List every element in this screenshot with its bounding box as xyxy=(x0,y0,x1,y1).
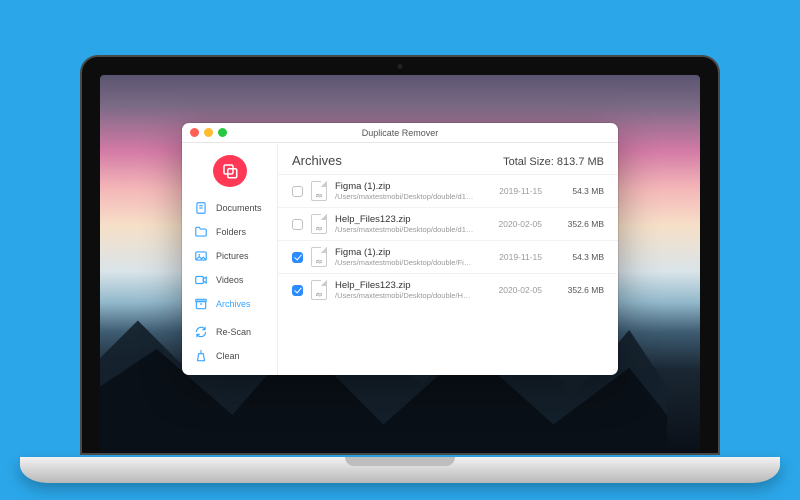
sidebar-item-label: Documents xyxy=(216,203,262,213)
sidebar-item-label: Folders xyxy=(216,227,246,237)
archive-icon xyxy=(194,297,208,311)
sidebar-item-label: Pictures xyxy=(216,251,249,261)
file-date: 2019-11-15 xyxy=(482,186,542,196)
checkbox[interactable] xyxy=(292,285,303,296)
sidebar-item-label: Videos xyxy=(216,275,243,285)
file-path: /Users/maxtestmobi/Desktop/double/Figma … xyxy=(335,258,474,267)
file-size: 54.3 MB xyxy=(550,186,604,196)
sidebar: Documents Folders Pictures Videos Archives R… xyxy=(182,143,278,375)
app-logo xyxy=(213,155,247,187)
picture-icon xyxy=(194,249,208,263)
file-name: Help_Files123.zip xyxy=(335,280,474,291)
video-icon xyxy=(194,273,208,287)
fullscreen-icon[interactable] xyxy=(218,128,227,137)
file-date: 2019-11-15 xyxy=(482,252,542,262)
file-path: /Users/maxtestmobi/Desktop/double/d1/Fig… xyxy=(335,192,474,201)
file-row[interactable]: Figma (1).zip/Users/maxtestmobi/Desktop/… xyxy=(278,240,618,273)
sidebar-item-archives[interactable]: Archives xyxy=(188,293,271,315)
sidebar-item-label: Re-Scan xyxy=(216,327,251,337)
file-size: 352.6 MB xyxy=(550,219,604,229)
duplicate-icon xyxy=(221,162,239,180)
file-path: /Users/maxtestmobi/Desktop/double/d1/Hel… xyxy=(335,225,474,234)
file-list: Figma (1).zip/Users/maxtestmobi/Desktop/… xyxy=(278,174,618,375)
document-icon xyxy=(194,201,208,215)
clean-icon xyxy=(194,349,208,363)
sidebar-item-folders[interactable]: Folders xyxy=(188,221,271,243)
sidebar-item-clean[interactable]: Clean xyxy=(188,345,271,367)
sidebar-item-videos[interactable]: Videos xyxy=(188,269,271,291)
checkbox[interactable] xyxy=(292,252,303,263)
main-panel: Archives Total Size: 813.7 MB Figma (1).… xyxy=(278,143,618,375)
file-row[interactable]: Figma (1).zip/Users/maxtestmobi/Desktop/… xyxy=(278,174,618,207)
close-icon[interactable] xyxy=(190,128,199,137)
file-size: 54.3 MB xyxy=(550,252,604,262)
file-name: Help_Files123.zip xyxy=(335,214,474,225)
sidebar-footer: Re-Scan Clean xyxy=(182,315,277,375)
checkbox[interactable] xyxy=(292,219,303,230)
zip-file-icon xyxy=(311,214,327,234)
rescan-icon xyxy=(194,325,208,339)
sidebar-item-label: Clean xyxy=(216,351,240,361)
file-row[interactable]: Help_Files123.zip/Users/maxtestmobi/Desk… xyxy=(278,273,618,306)
laptop-bezel: Duplicate Remover Documents Folders Pictur… xyxy=(80,55,720,455)
sidebar-item-re-scan[interactable]: Re-Scan xyxy=(188,321,271,343)
traffic-lights xyxy=(190,128,227,137)
zip-file-icon xyxy=(311,181,327,201)
zip-file-icon xyxy=(311,280,327,300)
sidebar-item-documents[interactable]: Documents xyxy=(188,197,271,219)
file-path: /Users/maxtestmobi/Desktop/double/Help_F… xyxy=(335,291,474,300)
sidebar-item-label: Archives xyxy=(216,299,251,309)
checkbox[interactable] xyxy=(292,186,303,197)
sidebar-item-pictures[interactable]: Pictures xyxy=(188,245,271,267)
minimize-icon[interactable] xyxy=(204,128,213,137)
file-meta: Figma (1).zip/Users/maxtestmobi/Desktop/… xyxy=(335,181,474,201)
total-size: Total Size: 813.7 MB xyxy=(503,156,604,168)
titlebar[interactable]: Duplicate Remover xyxy=(182,123,618,143)
file-date: 2020-02-05 xyxy=(482,285,542,295)
file-name: Figma (1).zip xyxy=(335,181,474,192)
window-title: Duplicate Remover xyxy=(182,128,618,138)
desktop-wallpaper: Duplicate Remover Documents Folders Pictur… xyxy=(100,75,700,453)
laptop-base xyxy=(20,457,780,483)
file-size: 352.6 MB xyxy=(550,285,604,295)
zip-file-icon xyxy=(311,247,327,267)
file-row[interactable]: Help_Files123.zip/Users/maxtestmobi/Desk… xyxy=(278,207,618,240)
file-date: 2020-02-05 xyxy=(482,219,542,229)
file-name: Figma (1).zip xyxy=(335,247,474,258)
file-meta: Figma (1).zip/Users/maxtestmobi/Desktop/… xyxy=(335,247,474,267)
file-meta: Help_Files123.zip/Users/maxtestmobi/Desk… xyxy=(335,214,474,234)
laptop-notch xyxy=(345,457,455,466)
folder-icon xyxy=(194,225,208,239)
file-meta: Help_Files123.zip/Users/maxtestmobi/Desk… xyxy=(335,280,474,300)
section-title: Archives xyxy=(292,153,342,168)
laptop-frame: Duplicate Remover Documents Folders Pictur… xyxy=(80,55,720,455)
sidebar-nav: Documents Folders Pictures Videos Archives xyxy=(182,197,277,315)
app-window: Duplicate Remover Documents Folders Pictur… xyxy=(182,123,618,375)
camera-dot xyxy=(398,64,403,69)
